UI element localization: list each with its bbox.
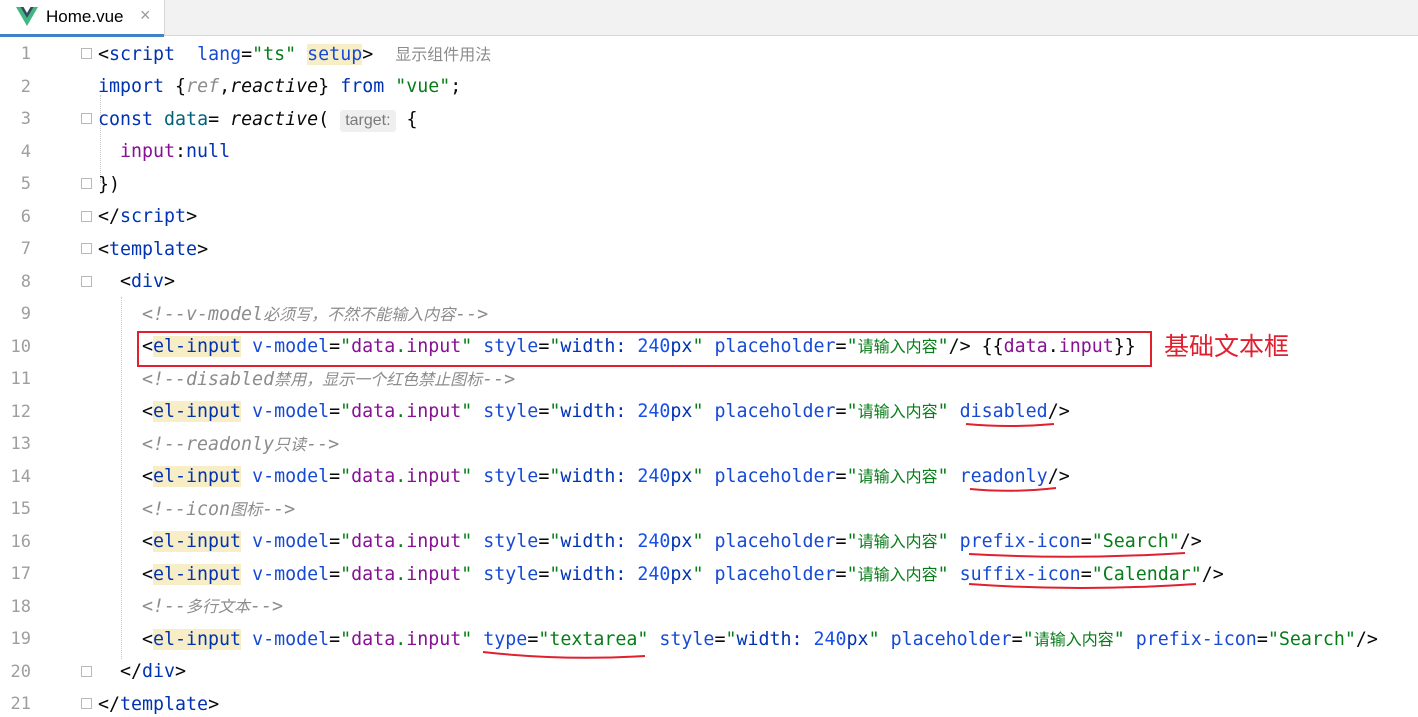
underline-readonly	[969, 487, 1057, 492]
underline-textarea	[482, 651, 646, 659]
underline-disabled	[965, 423, 1055, 427]
underline-prefix-icon	[968, 552, 1186, 558]
underline-suffix-icon	[968, 583, 1197, 589]
annotation-underlines	[482, 423, 1197, 659]
